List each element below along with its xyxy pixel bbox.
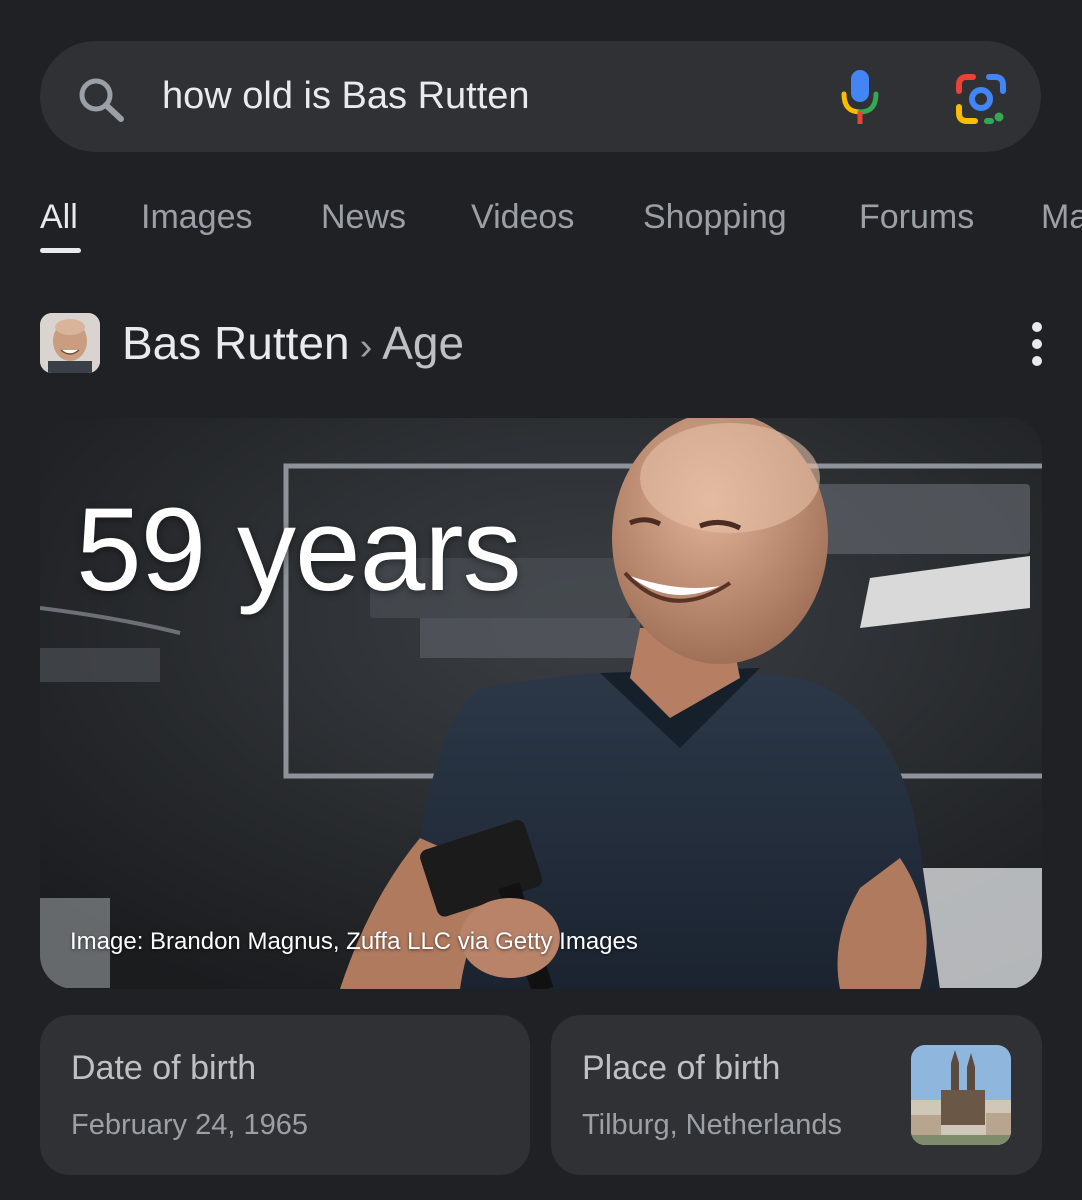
tab-more[interactable]: Ma <box>1041 198 1082 237</box>
place-of-birth-card[interactable]: Place of birth Tilburg, Netherlands <box>551 1015 1042 1175</box>
age-value: 59 years <box>76 484 522 616</box>
tab-all[interactable]: All <box>40 198 78 237</box>
search-input[interactable]: how old is Bas Rutten <box>162 75 530 118</box>
mic-icon[interactable] <box>838 68 882 128</box>
breadcrumb-separator: › <box>359 326 373 368</box>
place-of-birth-value: Tilburg, Netherlands <box>582 1109 843 1141</box>
search-icon[interactable] <box>76 76 126 122</box>
active-tab-indicator <box>40 248 81 253</box>
tab-videos[interactable]: Videos <box>471 198 574 237</box>
date-of-birth-label: Date of birth <box>71 1049 257 1087</box>
entity-avatar[interactable] <box>40 313 100 373</box>
date-of-birth-value: February 24, 1965 <box>71 1109 308 1141</box>
lens-icon[interactable] <box>955 73 1007 125</box>
tab-images[interactable]: Images <box>141 198 253 237</box>
date-of-birth-card[interactable]: Date of birth February 24, 1965 <box>40 1015 530 1175</box>
entity-attribute: Age <box>382 317 465 369</box>
tab-shopping[interactable]: Shopping <box>643 198 787 237</box>
tab-news[interactable]: News <box>321 198 406 237</box>
image-credit: Image: Brandon Magnus, Zuffa LLC via Get… <box>70 928 638 955</box>
more-options-icon[interactable] <box>1022 320 1052 370</box>
place-of-birth-label: Place of birth <box>582 1049 781 1087</box>
search-tabs: All Images News Videos Shopping Forums M… <box>0 190 1082 260</box>
entity-breadcrumb[interactable]: Bas Rutten › Age <box>122 316 464 370</box>
entity-header: Bas Rutten › Age <box>40 310 1042 380</box>
age-hero-card[interactable]: 59 years Image: Brandon Magnus, Zuffa LL… <box>40 418 1042 989</box>
place-of-birth-thumbnail[interactable] <box>911 1045 1011 1145</box>
tab-forums[interactable]: Forums <box>859 198 974 237</box>
entity-name[interactable]: Bas Rutten <box>122 317 350 369</box>
